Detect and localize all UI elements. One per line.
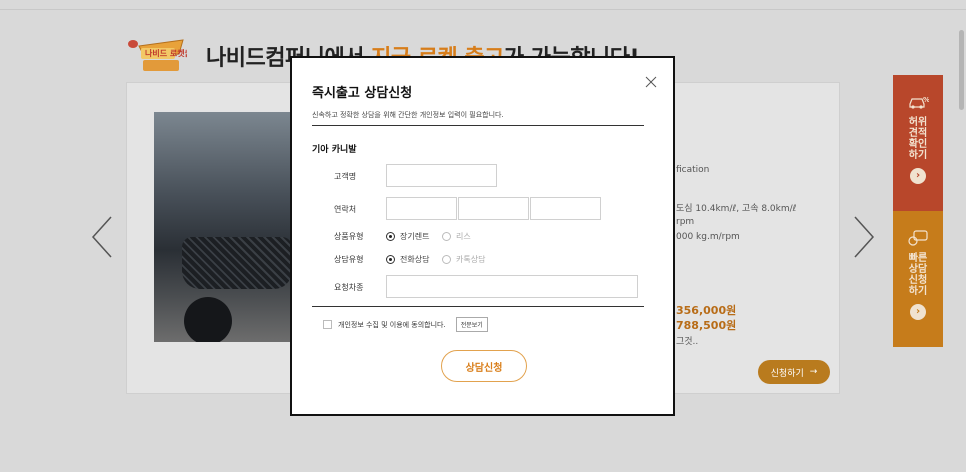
- car-percent-icon: %: [909, 96, 929, 109]
- submit-consult-button[interactable]: 상담신청: [441, 350, 527, 382]
- scrollbar[interactable]: [959, 30, 964, 110]
- spec-line: 000 kg.m/rpm: [676, 232, 740, 242]
- modal-description: 신속하고 정확한 상담을 위해 간단한 개인정보 입력이 필요합니다.: [312, 111, 504, 119]
- radio-label: 장기렌트: [400, 232, 430, 241]
- chevron-right-icon: ›: [910, 304, 926, 320]
- rocket-logo: 나비드 로켓출고: [125, 36, 200, 74]
- radio-label: 리스: [456, 232, 471, 241]
- requested-model-input[interactable]: [386, 275, 638, 298]
- radio-dot-icon: [386, 255, 395, 264]
- top-divider: [0, 9, 966, 10]
- modal-title: 즉시출고 상담신청: [312, 86, 413, 101]
- contact-label: 연락처: [334, 205, 357, 214]
- spec-line: 도심 10.4km/ℓ, 고속 8.0km/ℓ: [676, 204, 797, 214]
- close-icon[interactable]: [644, 74, 658, 88]
- price-2: 788,500원: [676, 319, 737, 332]
- spec-line: rpm: [676, 217, 695, 227]
- requested-model-label: 요청차종: [334, 283, 364, 292]
- divider: [312, 306, 644, 307]
- radio-dot-icon: [442, 232, 451, 241]
- consult-modal: 즉시출고 상담신청 신속하고 정확한 상담을 위해 간단한 개인정보 입력이 필…: [290, 56, 675, 416]
- radio-dot-icon: [442, 255, 451, 264]
- apply-button[interactable]: 신청하기 →: [758, 360, 830, 384]
- product-type-label: 상품유형: [334, 232, 364, 241]
- side-button-label: 빠른 상담 신청 하기: [908, 253, 928, 297]
- svg-text:%: %: [923, 96, 929, 104]
- privacy-agree-label: 개인정보 수집 및 이용에 동의합니다.: [338, 320, 446, 329]
- radio-phone-consult[interactable]: 전화상담: [386, 254, 429, 265]
- contact-input-1[interactable]: [386, 197, 457, 220]
- contact-input-3[interactable]: [530, 197, 601, 220]
- price-note: 그것..: [676, 337, 699, 347]
- customer-name-input[interactable]: [386, 164, 497, 187]
- fake-estimate-check-button[interactable]: % 허위 견적 확인 하기 ›: [893, 75, 943, 211]
- radio-label: 카톡상담: [456, 255, 486, 264]
- consult-type-label: 상담유형: [334, 255, 364, 264]
- apply-label: 신청하기: [770, 368, 804, 379]
- price-1: 356,000원: [676, 304, 737, 317]
- next-arrow-icon[interactable]: [851, 214, 877, 260]
- view-full-text-button[interactable]: 전문보기: [455, 317, 488, 332]
- quick-consult-button[interactable]: 빠른 상담 신청 하기 ›: [893, 211, 943, 347]
- privacy-agree-row: 개인정보 수집 및 이용에 동의합니다. 전문보기: [323, 317, 488, 332]
- radio-label: 전화상담: [400, 255, 430, 264]
- arrow-right-icon: →: [809, 367, 818, 377]
- radio-lease[interactable]: 리스: [442, 231, 471, 242]
- privacy-agree-checkbox[interactable]: [323, 320, 332, 329]
- contact-input-2[interactable]: [458, 197, 529, 220]
- radio-kakao-consult[interactable]: 카톡상담: [442, 254, 485, 265]
- radio-dot-icon: [386, 232, 395, 241]
- vehicle-brand-model: 기아 카니발: [312, 145, 357, 155]
- divider: [312, 125, 644, 126]
- spec-line: fication: [676, 165, 710, 175]
- svg-text:나비드 로켓출고: 나비드 로켓출고: [145, 48, 187, 58]
- chevron-right-icon: ›: [910, 168, 926, 184]
- vehicle-image: [154, 112, 304, 342]
- side-button-label: 허위 견적 확인 하기: [908, 117, 928, 161]
- chat-bubble-icon: [908, 230, 928, 246]
- prev-arrow-icon[interactable]: [89, 214, 115, 260]
- radio-long-term-rent[interactable]: 장기렌트: [386, 231, 429, 242]
- customer-name-label: 고객명: [334, 172, 357, 181]
